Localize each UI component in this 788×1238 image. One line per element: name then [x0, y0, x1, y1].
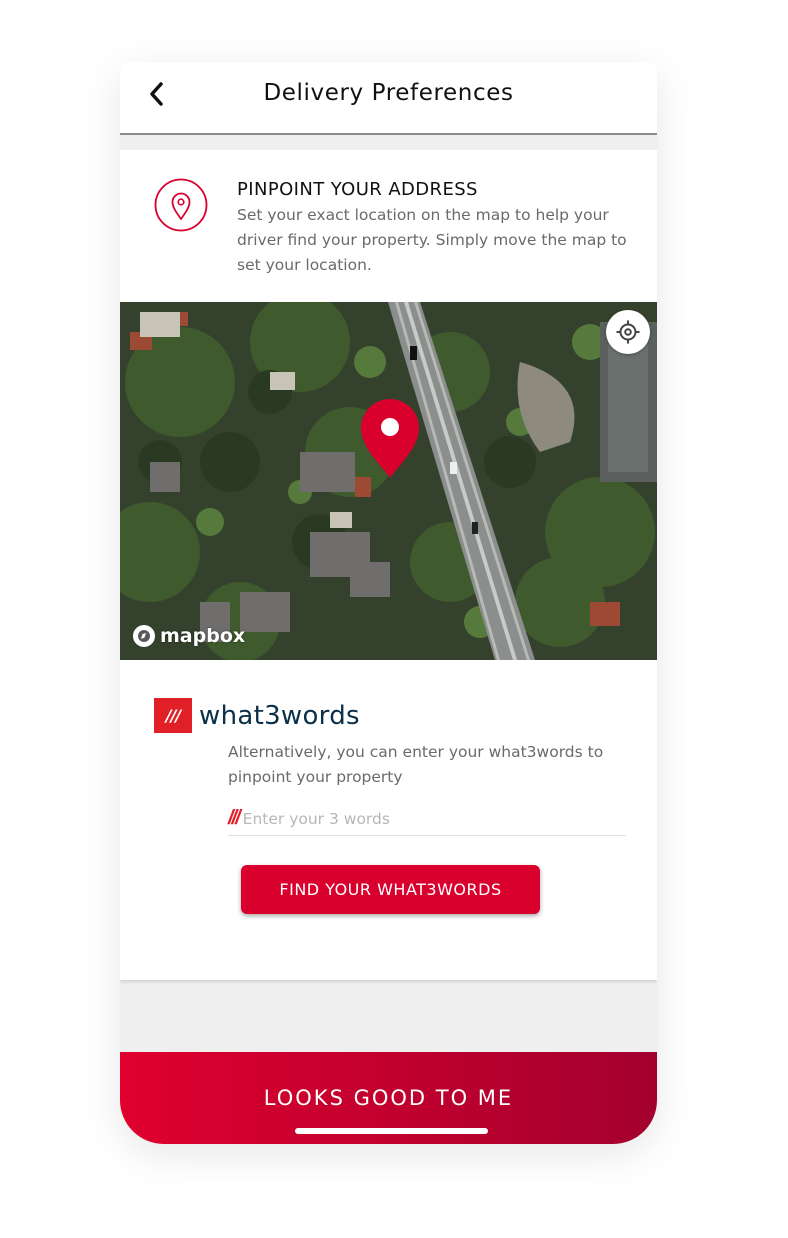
satellite-imagery	[120, 302, 657, 660]
mapbox-logo-icon	[133, 625, 155, 647]
header-bar: Delivery Preferences	[120, 62, 657, 135]
pinpoint-title: PINPOINT YOUR ADDRESS	[237, 179, 478, 200]
what3words-input-prefix: ///	[228, 807, 241, 829]
location-pin-icon	[154, 178, 208, 232]
map-view[interactable]: mapbox	[120, 302, 657, 660]
find-what3words-button[interactable]: FIND YOUR WHAT3WORDS	[241, 865, 540, 914]
what3words-input-row: ///	[228, 802, 626, 836]
what3words-wordmark: what3words	[199, 700, 360, 731]
crosshair-icon	[616, 320, 640, 344]
phone-screen: Delivery Preferences PINPOINT YOUR ADDRE…	[120, 62, 657, 1144]
delivery-preferences-card: PINPOINT YOUR ADDRESS Set your exact loc…	[120, 150, 657, 980]
locate-me-button[interactable]	[606, 310, 650, 354]
mapbox-label: mapbox	[160, 625, 246, 647]
what3words-slashes-mark: ///	[154, 698, 192, 733]
what3words-description: Alternatively, you can enter your what3w…	[228, 743, 604, 786]
mapbox-attribution[interactable]: mapbox	[132, 624, 245, 648]
page-title: Delivery Preferences	[263, 80, 514, 106]
looks-good-label: LOOKS GOOD TO ME	[263, 1086, 514, 1110]
map-marker-icon[interactable]	[360, 398, 420, 480]
home-indicator	[295, 1128, 488, 1134]
pinpoint-description: Set your exact location on the map to he…	[237, 206, 627, 274]
what3words-input[interactable]	[242, 809, 603, 828]
what3words-logo: /// what3words	[154, 698, 360, 733]
